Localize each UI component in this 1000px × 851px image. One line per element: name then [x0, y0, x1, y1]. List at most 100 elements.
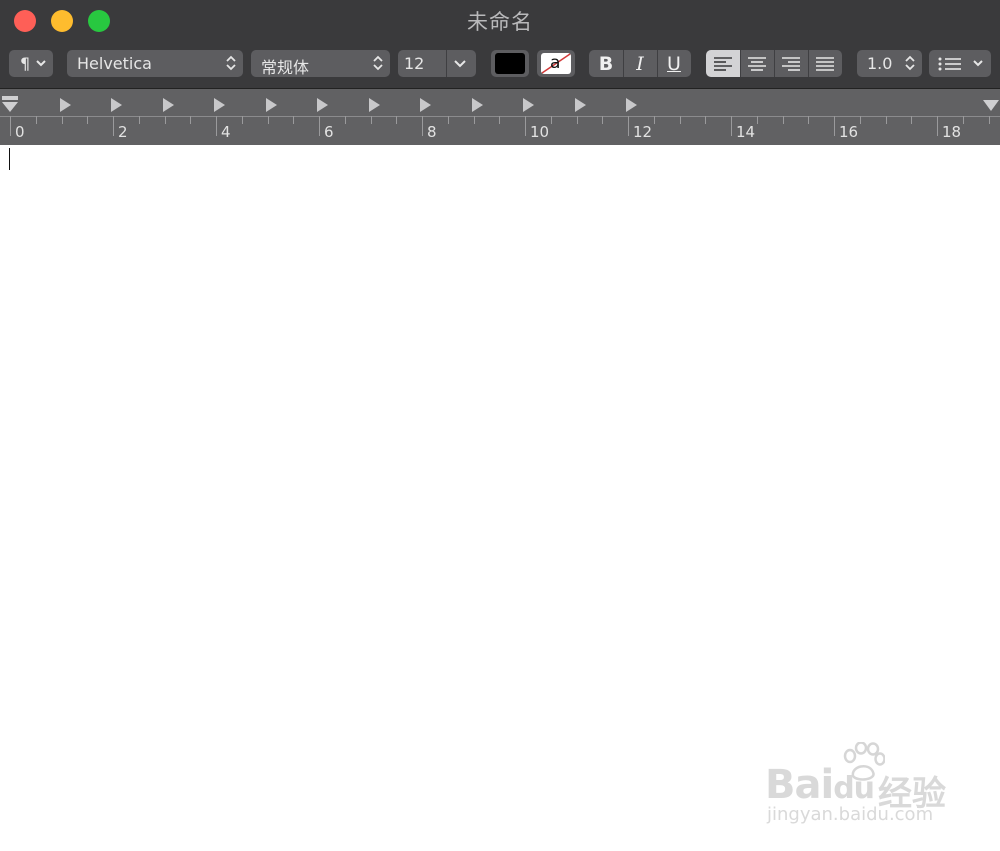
ruler-tick [396, 116, 397, 124]
ruler-label: 6 [324, 123, 334, 141]
highlight-color-well[interactable]: a [537, 50, 575, 77]
ruler-tick [628, 116, 629, 136]
align-justify-icon [816, 56, 834, 71]
paragraph-style-popup[interactable]: ¶ [9, 50, 53, 77]
tab-stop-marker[interactable] [626, 98, 637, 112]
ruler-tick [886, 116, 887, 124]
ruler-tick [808, 116, 809, 124]
ruler-tick [345, 116, 346, 124]
ruler-tick [654, 116, 655, 124]
toolbar-area: 未命名 ¶ Helvetica 常规体 12 a B I U 1.0 [0, 0, 1000, 89]
ruler-tick [911, 116, 912, 124]
ruler-tick [680, 116, 681, 124]
ruler-tick [422, 116, 423, 136]
highlight-glyph: a [550, 53, 561, 73]
tab-stop-marker[interactable] [420, 98, 431, 112]
ruler-label: 18 [942, 123, 962, 141]
watermark-url: jingyan.baidu.com [767, 804, 934, 825]
ruler-tick [783, 116, 784, 124]
align-left-button[interactable] [706, 50, 740, 77]
ruler-tick [577, 116, 578, 124]
font-size-combo[interactable]: 12 [398, 50, 476, 77]
window-title: 未命名 [467, 10, 533, 34]
paragraph-icon: ¶ [20, 54, 31, 73]
justify-button[interactable] [808, 50, 842, 77]
ruler-label: 0 [15, 123, 25, 141]
up-down-arrows-icon [905, 55, 915, 71]
left-indent-marker-icon[interactable] [2, 96, 18, 114]
ruler-label: 14 [736, 123, 756, 141]
up-down-arrows-icon [373, 55, 383, 71]
ruler-tick [190, 116, 191, 124]
tab-stop-marker[interactable] [163, 98, 174, 112]
up-down-arrows-icon [226, 55, 236, 71]
ruler-tick [216, 116, 217, 136]
tab-stop-marker[interactable] [575, 98, 586, 112]
ruler-tick [36, 116, 37, 124]
tab-stop-marker[interactable] [60, 98, 71, 112]
ruler-label: 4 [221, 123, 231, 141]
ruler-tick [139, 116, 140, 124]
text-color-well[interactable] [491, 50, 529, 77]
ruler-tick [705, 116, 706, 124]
ruler-tick [319, 116, 320, 136]
ruler-label: 2 [118, 123, 128, 141]
text-color-swatch [495, 53, 525, 74]
tab-stop-marker[interactable] [317, 98, 328, 112]
line-spacing-popup[interactable]: 1.0 [857, 50, 922, 77]
ruler-label: 8 [427, 123, 437, 141]
no-highlight-swatch: a [541, 53, 571, 74]
ruler-tick [499, 116, 500, 124]
ruler-tick [834, 116, 835, 136]
list-bullets-icon [938, 57, 961, 71]
italic-button[interactable]: I [623, 50, 657, 77]
font-family-popup[interactable]: Helvetica [67, 50, 243, 77]
ruler-tick [62, 116, 63, 124]
tab-stop-marker[interactable] [523, 98, 534, 112]
font-style-value: 常规体 [261, 58, 310, 77]
ruler-label: 12 [633, 123, 653, 141]
align-right-button[interactable] [774, 50, 808, 77]
ruler-tick [113, 116, 114, 136]
tab-stop-marker[interactable] [111, 98, 122, 112]
chevron-down-icon [36, 60, 46, 67]
ruler-tick [525, 116, 526, 136]
ruler-label: 10 [530, 123, 550, 141]
tab-stop-marker[interactable] [472, 98, 483, 112]
align-center-icon [748, 56, 766, 71]
ruler-tick [602, 116, 603, 124]
ruler-tick [448, 116, 449, 124]
chevron-down-icon [973, 60, 983, 67]
ruler-tick [268, 116, 269, 124]
line-spacing-value: 1.0 [867, 54, 893, 73]
ruler-tick [860, 116, 861, 124]
font-family-value: Helvetica [77, 54, 152, 73]
align-right-icon [782, 56, 800, 71]
ruler-tick [371, 116, 372, 124]
ruler-tick [165, 116, 166, 124]
tab-stop-marker[interactable] [214, 98, 225, 112]
ruler-tick [731, 116, 732, 136]
ruler-tick [937, 116, 938, 136]
watermark-brand: Baidu [765, 762, 875, 808]
ruler-tick [242, 116, 243, 124]
textedit-window: 未命名 ¶ Helvetica 常规体 12 a B I U 1.0 0 2 4… [0, 0, 1000, 851]
text-style-segmented: B I U [589, 50, 691, 77]
ruler-tick [963, 116, 964, 124]
ruler-tick [989, 116, 990, 124]
right-indent-marker-icon[interactable] [983, 100, 999, 112]
font-size-value[interactable]: 12 [404, 54, 424, 73]
list-style-popup[interactable] [929, 50, 991, 77]
ruler-tick [10, 116, 11, 136]
tab-stop-marker[interactable] [369, 98, 380, 112]
chevron-down-icon[interactable] [453, 55, 467, 71]
ruler[interactable]: 0 2 4 6 8 10 12 14 16 18 [0, 89, 1000, 145]
tab-stop-marker[interactable] [266, 98, 277, 112]
underline-button[interactable]: U [657, 50, 691, 77]
bold-button[interactable]: B [589, 50, 623, 77]
align-left-icon [714, 56, 732, 71]
ruler-tick [87, 116, 88, 124]
align-center-button[interactable] [740, 50, 774, 77]
alignment-segmented [706, 50, 842, 77]
font-style-popup[interactable]: 常规体 [251, 50, 390, 77]
